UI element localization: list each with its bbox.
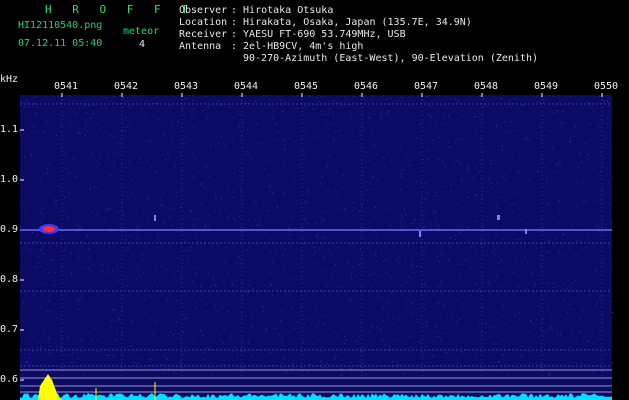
y-tick-label: 1.1 xyxy=(0,124,19,135)
y-tick-label: 0.9 xyxy=(0,224,19,235)
x-tick-label: 0547 xyxy=(414,81,439,92)
spectrum-background xyxy=(20,95,612,400)
x-tick-label: 0545 xyxy=(294,81,319,92)
x-tick-label: 0546 xyxy=(354,81,379,92)
y-tick-label: 0.8 xyxy=(0,274,19,285)
y-tick-label: 0.7 xyxy=(0,324,19,335)
x-tick-label: 0542 xyxy=(114,81,139,92)
meteor-echo-small xyxy=(154,215,156,221)
x-tick-label: 0548 xyxy=(474,81,499,92)
meteor-echo-small xyxy=(497,215,500,220)
meteor-echo xyxy=(43,226,55,232)
x-tick-label: 0550 xyxy=(594,81,619,92)
y-tick-label: 0.6 xyxy=(0,374,19,385)
meteor-echo-small xyxy=(419,231,421,237)
x-tick-label: 0543 xyxy=(174,81,199,92)
x-tick-label: 0549 xyxy=(534,81,559,92)
x-tick-label: 0541 xyxy=(54,81,79,92)
meteor-echo-small xyxy=(525,229,527,234)
spectrogram xyxy=(20,93,613,400)
y-tick-label: 1.0 xyxy=(0,174,19,185)
x-tick-label: 0544 xyxy=(234,81,259,92)
